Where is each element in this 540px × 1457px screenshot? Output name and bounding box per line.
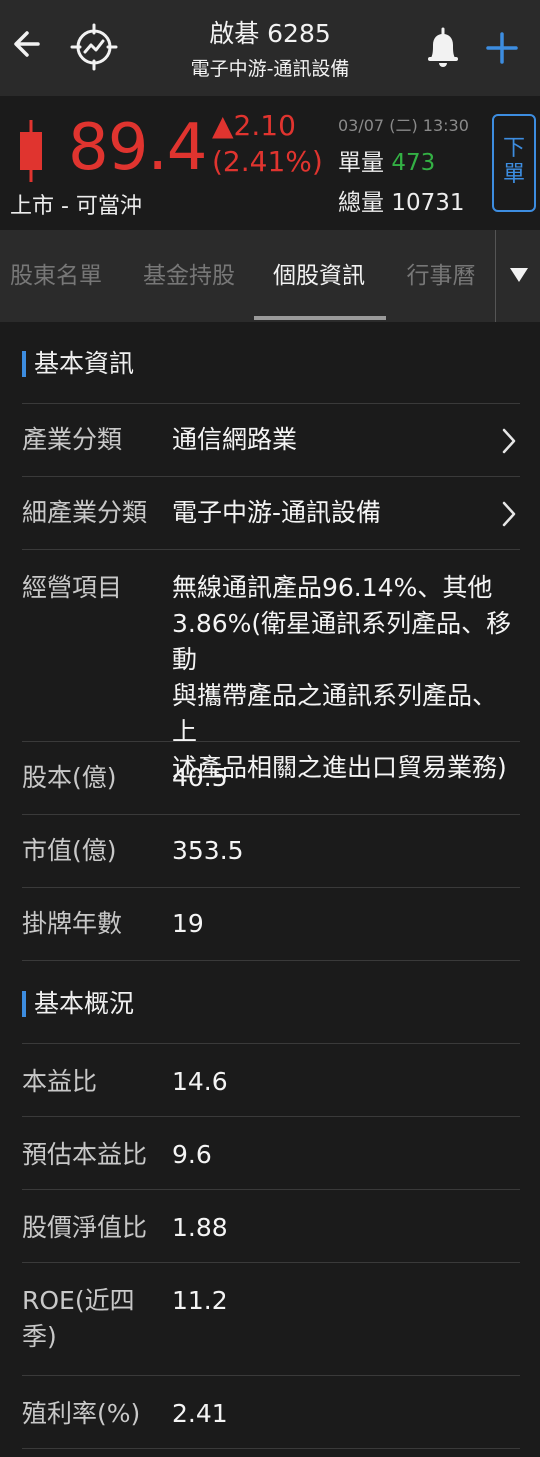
- row-label: 股本(億): [22, 763, 117, 792]
- business-line: 3.86%(衛星通訊系列產品、移動: [172, 609, 512, 674]
- row-value: 通信網路業: [172, 425, 298, 454]
- candlestick-icon: [14, 120, 48, 182]
- tab-calendar[interactable]: 行事曆: [392, 230, 490, 322]
- market-status: 上市 - 可當沖: [10, 194, 142, 219]
- single-volume-value: 473: [391, 150, 436, 176]
- row-roe: ROE(近四 季) 11.2: [22, 1262, 520, 1375]
- roe-label-line: ROE(近四: [22, 1286, 135, 1315]
- page-title: 啟碁 6285: [209, 19, 331, 48]
- row-label: 經營項目: [22, 573, 123, 602]
- row-forward-pe: 預估本益比 9.6: [22, 1116, 520, 1189]
- business-line: 與攜帶產品之通訊系列產品、上: [172, 681, 498, 746]
- single-volume: 單量 473: [338, 148, 435, 178]
- section-marker: [22, 351, 26, 377]
- dropdown-triangle-icon[interactable]: [498, 230, 540, 322]
- chevron-right-icon: [500, 426, 518, 456]
- business-line: 無線通訊產品96.14%、其他: [172, 573, 493, 602]
- section-header-overview: 基本概況: [22, 974, 134, 1034]
- chart-icon[interactable]: [70, 20, 118, 72]
- top-bar: 啟碁 6285 電子中游-通訊設備: [0, 0, 540, 96]
- row-value: 1.88: [172, 1213, 228, 1242]
- row-label: 股價淨值比: [22, 1213, 148, 1242]
- row-sub-industry[interactable]: 細產業分類 電子中游-通訊設備: [22, 476, 520, 549]
- plus-icon[interactable]: [484, 30, 520, 66]
- total-volume-label: 總量: [338, 190, 384, 216]
- row-yield: 殖利率(%) 2.41: [22, 1375, 520, 1448]
- page-subtitle: 電子中游-通訊設備: [190, 58, 350, 80]
- row-label: 掛牌年數: [22, 909, 123, 938]
- order-button-char: 單: [502, 162, 525, 187]
- row-industry[interactable]: 產業分類 通信網路業: [22, 403, 520, 476]
- price-change-percent: (2.41%): [212, 145, 323, 178]
- section-title: 基本資訊: [34, 349, 135, 378]
- row-value: 14.6: [172, 1067, 228, 1096]
- active-tab-indicator: [254, 316, 386, 320]
- row-label: 預估本益比: [22, 1140, 148, 1169]
- divider: [22, 960, 520, 961]
- tab-fund-holdings[interactable]: 基金持股: [130, 230, 248, 322]
- divider: [22, 1448, 520, 1449]
- chevron-right-icon: [500, 499, 518, 529]
- row-pe: 本益比 14.6: [22, 1043, 520, 1116]
- tab-bar: 股東名單 基金持股 個股資訊 行事曆: [0, 230, 540, 322]
- total-volume-value: 10731: [391, 190, 465, 216]
- row-value: 19: [172, 909, 204, 938]
- row-value: 2.41: [172, 1399, 228, 1428]
- order-button-char: 下: [502, 136, 525, 161]
- row-label: 殖利率(%): [22, 1399, 141, 1428]
- quote-datetime: 03/07 (二) 13:30: [338, 116, 469, 135]
- row-listed-years: 掛牌年數 19: [22, 887, 520, 960]
- row-value: 353.5: [172, 836, 244, 865]
- row-label: 產業分類: [22, 425, 123, 454]
- single-volume-label: 單量: [338, 150, 384, 176]
- back-arrow-icon[interactable]: [8, 22, 52, 66]
- row-market-cap: 市值(億) 353.5: [22, 814, 520, 887]
- row-value: 電子中游-通訊設備: [172, 498, 382, 527]
- last-price: 89.4: [68, 111, 207, 185]
- row-label: 細產業分類: [22, 498, 148, 527]
- row-label: 本益比: [22, 1067, 98, 1096]
- tab-stock-info[interactable]: 個股資訊: [258, 230, 380, 322]
- row-label: 市值(億): [22, 836, 117, 865]
- section-header-basic-info: 基本資訊: [22, 334, 134, 394]
- row-value: 40.5: [172, 763, 228, 792]
- tab-divider: [495, 230, 496, 322]
- total-volume: 總量 10731: [338, 188, 464, 218]
- price-change: ▲2.10: [212, 109, 296, 142]
- row-capital: 股本(億) 40.5: [22, 741, 520, 814]
- section-marker: [22, 991, 26, 1017]
- row-business: 經營項目 無線通訊產品96.14%、其他 3.86%(衛星通訊系列產品、移動 與…: [22, 549, 520, 782]
- order-button[interactable]: 下單: [492, 114, 536, 212]
- order-button-label: 下單: [494, 136, 534, 188]
- row-value: 9.6: [172, 1140, 212, 1169]
- row-value: 11.2: [172, 1286, 228, 1315]
- section-title: 基本概況: [34, 989, 135, 1018]
- row-pb: 股價淨值比 1.88: [22, 1189, 520, 1262]
- roe-label-line: 季): [22, 1322, 57, 1351]
- bell-icon[interactable]: [424, 26, 462, 70]
- quote-panel: 89.4 ▲2.10 (2.41%) 上市 - 可當沖 03/07 (二) 13…: [0, 96, 540, 230]
- row-label: ROE(近四 季): [22, 1283, 135, 1355]
- tab-shareholders[interactable]: 股東名單: [0, 230, 112, 322]
